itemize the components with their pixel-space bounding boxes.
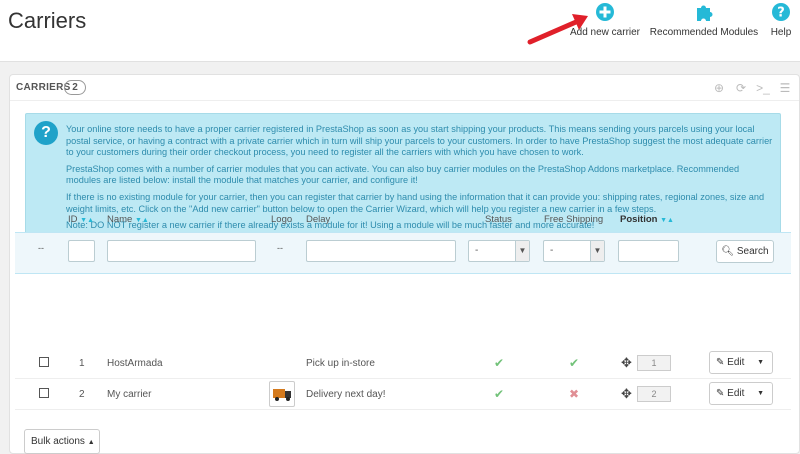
filter-free-shipping-value: - <box>550 245 554 256</box>
row-name: HostArmada <box>107 358 163 369</box>
recommended-modules-button[interactable]: Recommended Modules <box>648 2 760 38</box>
info-paragraph: Your online store needs to have a proper… <box>66 124 773 158</box>
database-icon[interactable]: ☰ <box>777 80 793 96</box>
chevron-down-icon[interactable]: ▼ <box>757 390 764 397</box>
caret-up-icon: ▲ <box>87 439 95 446</box>
filter-name-input[interactable] <box>107 240 256 262</box>
column-header-logo: Logo <box>271 214 292 225</box>
column-header-label: Status <box>485 214 512 225</box>
row-position: 2 <box>637 386 671 402</box>
question-icon: ? <box>34 121 58 145</box>
filter-position-input[interactable] <box>618 240 679 262</box>
column-header-label: Logo <box>271 214 293 225</box>
add-icon[interactable]: ⊕ <box>711 80 727 96</box>
bulk-actions-label: Bulk actions <box>31 436 85 447</box>
pencil-icon: ✎ <box>716 357 725 368</box>
free-shipping-yes-icon[interactable]: ✔ <box>569 356 579 370</box>
column-header-label: ID <box>68 214 78 225</box>
plus-circle-icon <box>596 3 614 21</box>
panel-heading: CARRIERS 2 ⊕ ⟳ >_ ☰ <box>10 75 799 101</box>
search-button[interactable]: 🔍︎ Search <box>716 240 774 263</box>
page-header: ⌃⌃⌃⌃⌃⌃ Carriers Add new carrier Recommen… <box>0 0 800 62</box>
chevron-down-icon: ▼ <box>515 241 529 261</box>
refresh-icon[interactable]: ⟳ <box>733 80 749 96</box>
row-delay: Pick up in-store <box>306 358 375 369</box>
filter-logo-placeholder: -- <box>277 243 283 253</box>
filter-free-shipping-select[interactable]: - ▼ <box>543 240 605 262</box>
carrier-logo <box>269 381 295 407</box>
column-header-free-shipping: Free Shipping <box>544 214 603 225</box>
column-header-label: Position <box>620 214 658 225</box>
column-header-label: Delay <box>306 214 331 225</box>
free-shipping-no-icon[interactable]: ✖ <box>569 387 579 401</box>
recommended-modules-label: Recommended Modules <box>649 27 759 38</box>
carrier-count-badge: 2 <box>64 80 86 95</box>
row-name: My carrier <box>107 389 152 400</box>
info-paragraph: PrestaShop comes with a number of carrie… <box>66 163 740 186</box>
help-label: Help <box>770 27 792 38</box>
row-position: 1 <box>637 355 671 371</box>
chevron-down-icon: ▼ <box>590 241 604 261</box>
sql-query-icon[interactable]: >_ <box>755 80 771 96</box>
row-checkbox[interactable] <box>39 388 49 398</box>
sort-arrows-icon[interactable]: ▼▲ <box>660 217 674 224</box>
add-new-carrier-button[interactable]: Add new carrier <box>566 2 644 38</box>
status-enabled-icon[interactable]: ✔ <box>494 356 504 370</box>
pencil-icon: ✎ <box>716 388 725 399</box>
truck-icon <box>273 389 291 401</box>
edit-button-label: ✎ Edit <box>716 388 744 399</box>
search-button-label: Search <box>736 246 769 257</box>
panel-toolbar: ⊕ ⟳ >_ ☰ <box>711 80 793 96</box>
breadcrumb: ⌃⌃⌃⌃⌃⌃ <box>10 0 66 6</box>
help-button[interactable]: ? Help <box>766 2 796 38</box>
column-header-position[interactable]: Position ▼▲ <box>620 214 674 225</box>
edit-button[interactable]: ✎ Edit ▼ <box>709 351 773 374</box>
svg-text:?: ? <box>777 6 785 21</box>
drag-handle-icon[interactable]: ✥ <box>621 355 632 371</box>
column-header-id[interactable]: ID ▼▲ <box>68 214 94 225</box>
help-icon: ? <box>772 3 790 21</box>
bulk-actions-button[interactable]: Bulk actions ▲ <box>24 429 100 454</box>
row-id: 1 <box>79 358 85 369</box>
search-icon: 🔍︎ <box>721 246 735 257</box>
edit-text: Edit <box>727 357 745 368</box>
column-header-delay: Delay <box>306 214 330 225</box>
column-header-name[interactable]: Name ▼▲ <box>107 214 149 225</box>
page-title: Carriers <box>8 8 87 33</box>
column-header-status: Status <box>485 214 512 225</box>
filter-id-input[interactable] <box>68 240 95 262</box>
edit-button-label: ✎ Edit <box>716 357 744 368</box>
row-id: 2 <box>79 389 85 400</box>
row-delay: Delivery next day! <box>306 389 386 400</box>
filter-status-select[interactable]: - ▼ <box>468 240 530 262</box>
chevron-down-icon[interactable]: ▼ <box>757 359 764 366</box>
panel-title: CARRIERS <box>16 82 71 93</box>
column-header-label: Free Shipping <box>544 214 604 225</box>
add-new-carrier-label: Add new carrier <box>569 27 641 38</box>
edit-text: Edit <box>727 388 745 399</box>
drag-handle-icon[interactable]: ✥ <box>621 386 632 402</box>
info-paragraph: If there is no existing module for your … <box>66 191 765 214</box>
puzzle-icon <box>697 5 713 21</box>
status-enabled-icon[interactable]: ✔ <box>494 387 504 401</box>
filter-delay-input[interactable] <box>306 240 456 262</box>
sort-arrows-icon[interactable]: ▼▲ <box>80 217 94 224</box>
sort-arrows-icon[interactable]: ▼▲ <box>135 217 149 224</box>
filter-checkbox-placeholder: -- <box>38 243 44 253</box>
column-header-label: Name <box>107 214 133 225</box>
edit-button[interactable]: ✎ Edit ▼ <box>709 382 773 405</box>
filter-status-value: - <box>475 245 479 256</box>
row-checkbox[interactable] <box>39 357 49 367</box>
